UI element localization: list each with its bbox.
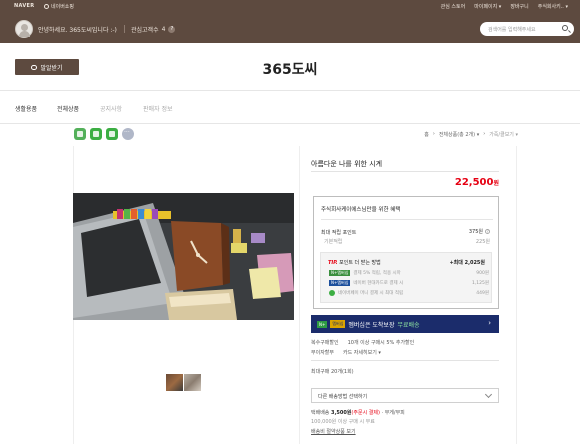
tab-living[interactable]: 생활용품 [15,104,37,113]
top-links: 관심 스토어 마이페이지 ▾ 장바구니 주식회사키.. ▾ [441,3,568,10]
favorite-customers: 관심고객수 4 ? [131,25,176,34]
product-title: 아름다운 나를 위한 시계 [311,160,383,168]
shipping-condition: 100,000원 이상 구매 시 무료 [311,419,375,425]
breadcrumb-home[interactable]: 홈 [424,131,429,138]
basic-point-label: 기본적립 [324,239,343,245]
favorite-count: 4 [161,26,166,33]
category-nav: 생활용품 전체상품 공지사항 판매자 정보 [0,90,580,124]
tip-row[interactable]: 네이버페이 머니 결제 시 최대 적립 449원 [329,290,489,296]
membership-banner[interactable]: N+ 멤버십 멤버십은 도착보장 무료배송 › [311,315,499,333]
top-bar: NAVER 네이버쇼핑 관심 스토어 마이페이지 ▾ 장바구니 주식회사키.. … [0,0,580,14]
shipping-method-select[interactable]: 다른 배송방법 선택하기 [311,388,499,403]
basic-point-value: 225원 [475,239,490,245]
chevron-right-icon: › [488,319,491,327]
naver-logo[interactable]: NAVER [14,3,34,9]
breadcrumb-all-products[interactable]: 전체상품(총 2개) ▾ [439,131,479,138]
divider [321,219,493,220]
tab-seller-info[interactable]: 판매자 정보 [143,104,173,113]
multi-discount-row: 복수구매할인 10개 이상 구매시 5% 추가할인 [311,340,415,346]
store-name: 365도씨 [262,62,318,78]
bookmark-icon[interactable] [106,128,118,140]
chevron-down-icon [484,390,493,399]
share-blog-icon[interactable] [74,128,86,140]
share-cafe-icon[interactable] [90,128,102,140]
store-header: 안녕하세요. 365도씨입니다 :-) 관심고객수 4 ? 검색어를 입력해주세… [0,14,580,43]
product-image[interactable] [73,193,294,320]
product-price: 22,500원 [454,177,499,188]
tab-all-products[interactable]: 전체상품 [57,104,79,113]
divider [311,360,499,361]
thumbnail[interactable] [166,374,183,391]
link-cart[interactable]: 장바구니 [510,3,528,10]
thumbnail-strip [166,374,201,391]
tip-label: TIP. 포인트 더 받는 방법 [328,260,381,266]
search-input[interactable]: 검색어를 입력해주세요 [480,22,574,36]
naver-shopping-link[interactable]: 네이버쇼핑 [44,3,74,10]
breadcrumb-category[interactable]: 가죽/클보기 ▾ [489,131,518,138]
divider [311,171,499,172]
tip-value: +최대 2,025원 [449,260,485,266]
benefit-box: 주식회사케이에스님만을 위한 혜택 최대 적립 포인트 375원? 기본적립 2… [313,196,499,309]
store-greeting: 안녕하세요. 365도씨입니다 :-) [38,27,117,34]
shipping-saving-link[interactable]: 배송비 절약상품 보기 [311,428,356,435]
thumbnail[interactable] [184,374,201,391]
breadcrumb: 홈 › 전체상품(총 2개) ▾ › 가죽/클보기 ▾ [424,131,518,138]
link-account[interactable]: 주식회사키.. ▾ [538,3,568,10]
point-tip-box: TIP. 포인트 더 받는 방법 +최대 2,025원 N+멤버십 결제 5% … [320,252,492,303]
help-icon[interactable]: ? [485,229,490,234]
link-my-page[interactable]: 마이페이지 ▾ [474,3,501,10]
shipping-fee: 택배배송 3,500원(주문시 결제) · 무게/부피 [311,410,405,416]
max-point-label: 최대 적립 포인트 [321,230,357,236]
divider [124,25,125,33]
search-icon[interactable] [562,25,568,31]
help-icon[interactable]: ? [168,26,176,33]
divider [516,146,517,444]
divider [299,146,300,444]
benefit-title: 주식회사케이에스님만을 위한 혜택 [321,207,401,213]
max-purchase: 최대구매 20개(1회) [311,369,354,375]
tip-row[interactable]: N+멤버십 결제 5% 적립, 적용 시마 900원 [329,270,489,276]
naverpay-icon [329,290,335,296]
avatar[interactable] [15,20,33,38]
tip-row[interactable]: N+멤버십 네이버 현대카드로 결제 시 1,125원 [329,280,489,286]
tab-notice[interactable]: 공지사항 [100,104,122,113]
interest-free-row: 무이자할부 카드 자세히보기 ▾ [311,349,381,356]
max-point-value: 375원? [468,229,490,235]
shopping-icon [44,4,49,9]
card-details-link[interactable]: 카드 자세히보기 ▾ [343,349,381,356]
link-favorite-stores[interactable]: 관심 스토어 [441,3,466,10]
share-icons [74,128,134,140]
more-icon[interactable] [122,128,134,140]
